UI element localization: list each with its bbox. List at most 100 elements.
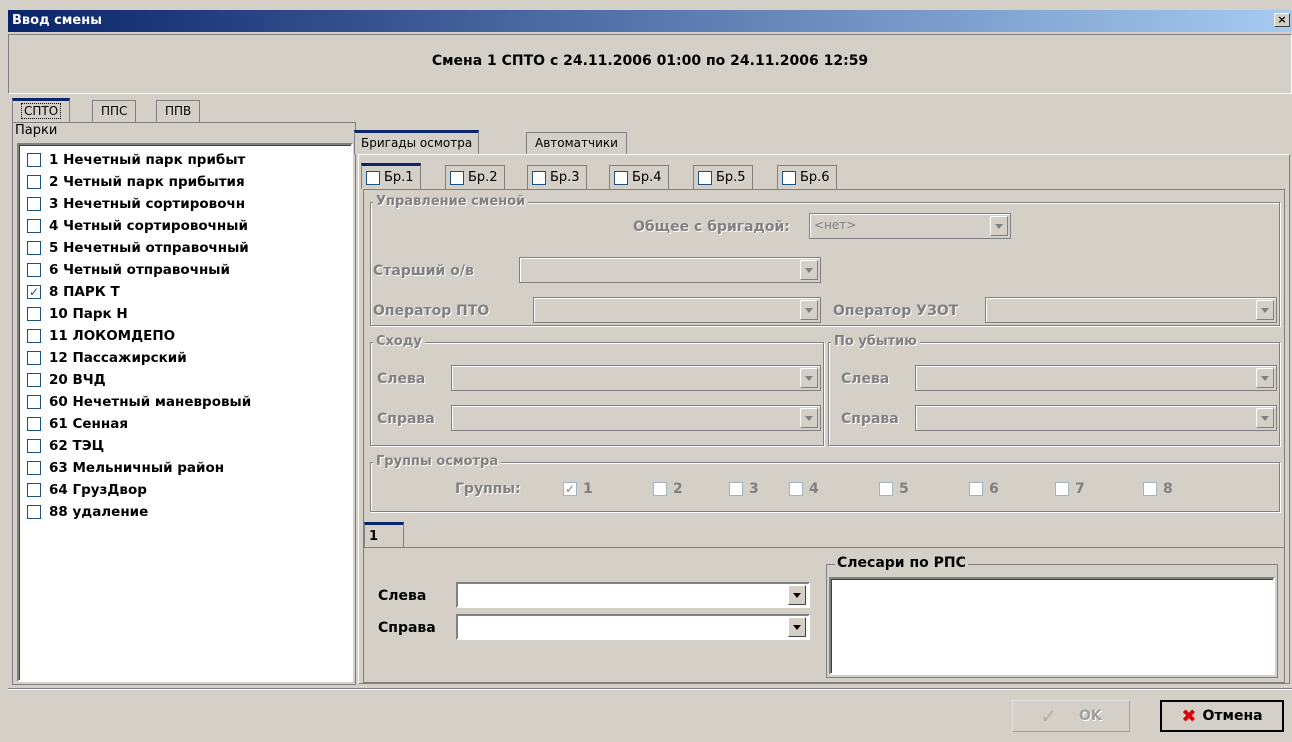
checkbox-icon[interactable]: [1143, 482, 1157, 496]
group-right-combo[interactable]: [456, 614, 810, 640]
locksmiths-list[interactable]: [829, 577, 1275, 675]
park-item[interactable]: 12 Пассажирский: [19, 347, 351, 369]
group-checkbox-1[interactable]: ✓ 1: [563, 481, 593, 497]
checkbox-icon[interactable]: [698, 170, 712, 185]
checkbox-icon[interactable]: [879, 482, 893, 496]
pubytiyu-left-combo[interactable]: [915, 365, 1277, 391]
combo-value: <нет>: [814, 218, 857, 232]
checkbox-icon[interactable]: [27, 483, 41, 497]
chevron-down-icon[interactable]: [1256, 408, 1274, 428]
chevron-down-icon[interactable]: [1256, 300, 1274, 320]
park-label: 10 Парк Н: [49, 306, 128, 322]
park-item[interactable]: 10 Парк Н: [19, 303, 351, 325]
pubytiyu-right-combo[interactable]: [915, 405, 1277, 431]
tab-ppv[interactable]: ППВ: [156, 100, 201, 122]
tab-brigade-6[interactable]: Бр.6: [777, 165, 837, 189]
shodu-right-combo[interactable]: [451, 405, 821, 431]
tab-brigade-5[interactable]: Бр.5: [693, 165, 753, 189]
chevron-down-icon[interactable]: [800, 260, 818, 280]
park-item[interactable]: 3 Нечетный сортировочн: [19, 193, 351, 215]
park-item[interactable]: 5 Нечетный отправочный: [19, 237, 351, 259]
cancel-button[interactable]: ✖ Отмена: [1160, 700, 1284, 732]
tab-brigade-3[interactable]: Бр.3: [527, 165, 587, 189]
park-item[interactable]: 11 ЛОКОМДЕПО: [19, 325, 351, 347]
checkbox-checked-icon[interactable]: ✓: [27, 285, 41, 299]
operator-pto-combo[interactable]: [533, 297, 821, 323]
park-item[interactable]: 1 Нечетный парк прибыт: [19, 149, 351, 171]
park-item[interactable]: 62 ТЭЦ: [19, 435, 351, 457]
title-bar[interactable]: Ввод смены ×: [8, 10, 1292, 32]
checkbox-checked-icon[interactable]: ✓: [563, 482, 577, 496]
checkbox-icon[interactable]: [27, 241, 41, 255]
group-checkbox-5[interactable]: 5: [879, 481, 909, 497]
park-item[interactable]: 63 Мельничный район: [19, 457, 351, 479]
group-checkbox-2[interactable]: 2: [653, 481, 683, 497]
chevron-down-icon[interactable]: [990, 216, 1008, 236]
checkbox-icon[interactable]: [27, 461, 41, 475]
tab-brigade-4[interactable]: Бр.4: [609, 165, 669, 189]
tab-pps[interactable]: ППС: [92, 100, 137, 122]
park-item[interactable]: 60 Нечетный маневровый: [19, 391, 351, 413]
park-item[interactable]: 20 ВЧД: [19, 369, 351, 391]
checkbox-icon[interactable]: [1055, 482, 1069, 496]
checkbox-icon[interactable]: [27, 417, 41, 431]
chevron-down-icon[interactable]: [788, 617, 806, 637]
park-item[interactable]: 2 Четный парк прибытия: [19, 171, 351, 193]
tab-automatics[interactable]: Автоматчики: [526, 132, 627, 154]
park-label: 64 ГрузДвор: [49, 482, 147, 498]
tab-brigade-2[interactable]: Бр.2: [445, 165, 505, 189]
checkbox-icon[interactable]: [969, 482, 983, 496]
park-item[interactable]: 6 Четный отправочный: [19, 259, 351, 281]
park-label: 8 ПАРК Т: [49, 284, 120, 300]
checkbox-icon[interactable]: [653, 482, 667, 496]
shodu-left-combo[interactable]: [451, 365, 821, 391]
tab-group-1[interactable]: 1: [364, 522, 404, 548]
checkbox-icon[interactable]: [614, 170, 628, 185]
chevron-down-icon[interactable]: [800, 408, 818, 428]
group-checkbox-4[interactable]: 4: [789, 481, 819, 497]
park-item[interactable]: 4 Четный сортировочный: [19, 215, 351, 237]
group-checkbox-7[interactable]: 7: [1055, 481, 1085, 497]
ok-button[interactable]: ✓ OK: [1012, 700, 1130, 732]
checkbox-icon[interactable]: [532, 170, 546, 185]
checkbox-icon[interactable]: [27, 219, 41, 233]
tab-spto[interactable]: СПТО: [12, 98, 71, 122]
park-item[interactable]: ✓ 8 ПАРК Т: [19, 281, 351, 303]
checkbox-icon[interactable]: [27, 197, 41, 211]
senior-combo[interactable]: [519, 257, 821, 283]
park-item[interactable]: 61 Сенная: [19, 413, 351, 435]
checkbox-icon[interactable]: [27, 153, 41, 167]
operator-uzot-combo[interactable]: [985, 297, 1277, 323]
group-checkbox-3[interactable]: 3: [729, 481, 759, 497]
checkbox-icon[interactable]: [27, 175, 41, 189]
tab-brigades[interactable]: Бригады осмотра: [354, 130, 480, 154]
chevron-down-icon[interactable]: [800, 300, 818, 320]
checkbox-icon[interactable]: [789, 482, 803, 496]
checkbox-icon[interactable]: [27, 439, 41, 453]
shodu-title: Сходу: [373, 334, 425, 350]
checkbox-icon[interactable]: [450, 170, 464, 185]
group-left-combo[interactable]: [456, 582, 810, 608]
close-icon[interactable]: ×: [1274, 13, 1290, 27]
group-checkbox-6[interactable]: 6: [969, 481, 999, 497]
park-item[interactable]: 88 удаление: [19, 501, 351, 523]
checkbox-icon[interactable]: [366, 170, 380, 185]
group-checkbox-8[interactable]: 8: [1143, 481, 1173, 497]
common-with-brigade-combo[interactable]: <нет>: [809, 213, 1011, 239]
checkbox-icon[interactable]: [729, 482, 743, 496]
bottom-divider: [8, 688, 1292, 690]
chevron-down-icon[interactable]: [788, 585, 806, 605]
checkbox-icon[interactable]: [27, 307, 41, 321]
chevron-down-icon[interactable]: [1256, 368, 1274, 388]
checkbox-icon[interactable]: [782, 170, 796, 185]
checkbox-icon[interactable]: [27, 263, 41, 277]
checkbox-icon[interactable]: [27, 351, 41, 365]
checkbox-icon[interactable]: [27, 505, 41, 519]
tab-brigade-1[interactable]: Бр.1: [361, 163, 421, 189]
checkbox-icon[interactable]: [27, 329, 41, 343]
checkbox-icon[interactable]: [27, 373, 41, 387]
checkbox-icon[interactable]: [27, 395, 41, 409]
chevron-down-icon[interactable]: [800, 368, 818, 388]
parks-list[interactable]: 1 Нечетный парк прибыт 2 Четный парк приб…: [17, 143, 353, 682]
park-item[interactable]: 64 ГрузДвор: [19, 479, 351, 501]
